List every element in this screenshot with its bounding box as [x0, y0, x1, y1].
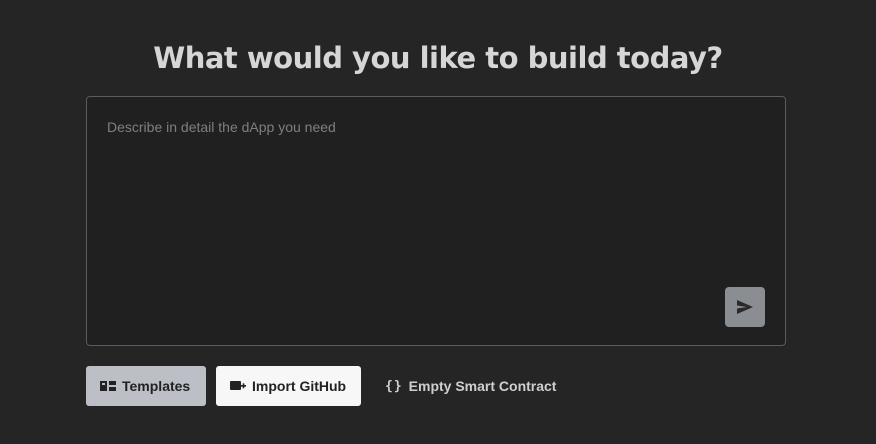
templates-button[interactable]: Templates [86, 366, 206, 406]
page: What would you like to build today? Temp… [0, 0, 876, 444]
import-github-button[interactable]: Import GitHub [216, 366, 361, 406]
templates-label: Templates [122, 378, 191, 394]
import-github-icon [230, 380, 246, 392]
send-button[interactable] [725, 287, 765, 327]
empty-smart-contract-button[interactable]: {} Empty Smart Contract [369, 366, 570, 406]
page-title: What would you like to build today? [153, 41, 723, 75]
prompt-box [86, 96, 786, 346]
prompt-input[interactable] [87, 97, 785, 345]
empty-smart-contract-label: Empty Smart Contract [408, 378, 557, 394]
import-github-label: Import GitHub [252, 378, 347, 394]
templates-icon [100, 380, 116, 392]
send-icon [737, 300, 753, 314]
action-bar: Templates Import GitHub {} Empty Smart C… [86, 366, 570, 406]
braces-icon: {} [385, 378, 403, 394]
